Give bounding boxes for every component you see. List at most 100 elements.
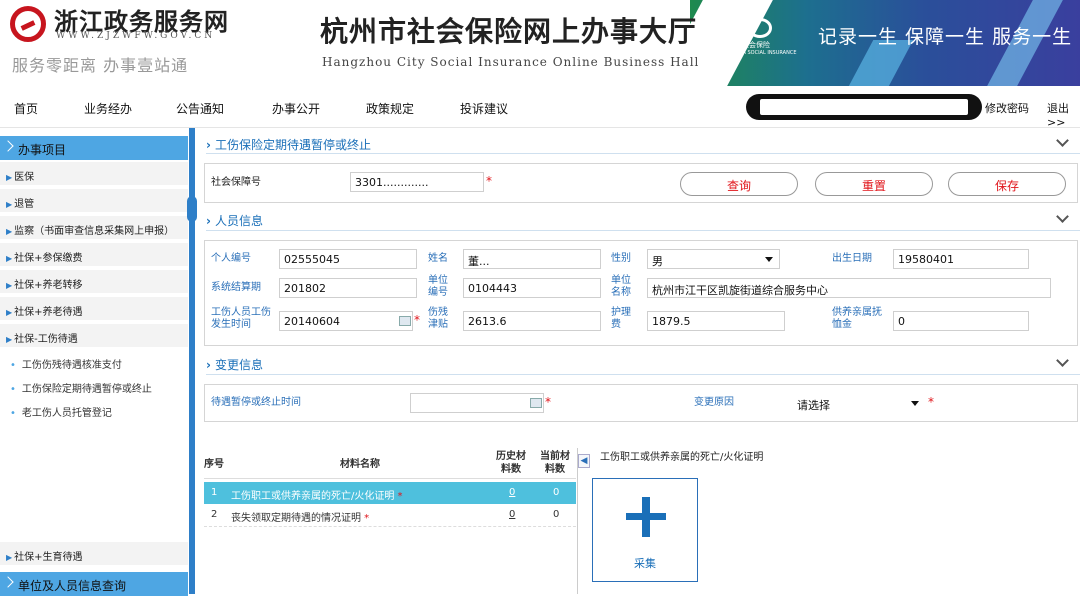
col-no-header: 序号 (204, 459, 224, 470)
reset-button[interactable]: 重置 (815, 172, 933, 196)
sidebar-item-contribution[interactable]: ▶ 社保+参保缴费 (0, 243, 188, 267)
site-subtitle: Hangzhou City Social Insurance Online Bu… (322, 55, 700, 69)
dependent-field[interactable]: 0 (893, 311, 1029, 331)
sidebar-item-medical[interactable]: ▶ 医保 (0, 162, 188, 186)
sidebar-query-header[interactable]: 单位及人员信息查询 (0, 572, 188, 596)
sidebar-item-inspection[interactable]: ▶ 监察（书面审查信息采集网上申报） (0, 216, 188, 240)
col-history-header: 历史材料数 (496, 451, 526, 475)
settle-field[interactable]: 201802 (279, 278, 417, 298)
triangle-right-icon: ▶ (6, 553, 13, 562)
required-mark: * (486, 174, 492, 188)
birth-field[interactable]: 19580401 (893, 249, 1029, 269)
portal-logo-icon[interactable] (10, 6, 46, 42)
si-logo-en: CHINA SOCIAL INSURANCE (730, 50, 797, 56)
chevron-right-icon: › (206, 138, 211, 152)
collect-label: 采集 (634, 557, 656, 570)
bullet-icon: • (10, 360, 16, 371)
unit-no-label: 单位编号 (428, 275, 448, 298)
injury-date-field[interactable]: 20140604 (279, 311, 413, 331)
nav-policy[interactable]: 政策规定 (366, 100, 414, 117)
row-history-link[interactable]: 0 (509, 509, 515, 520)
table-row[interactable]: 2 丧失领取定期待遇的情况证明 * 0 0 (204, 504, 576, 526)
collapse-change-icon[interactable] (1056, 358, 1068, 370)
triangle-right-icon: ▶ (6, 308, 13, 317)
col-name-header: 材料名称 (340, 459, 380, 470)
stop-time-label: 待遇暂停或终止时间 (211, 397, 301, 408)
nursing-label: 护理费 (611, 307, 631, 330)
row-history-link[interactable]: 0 (509, 487, 515, 498)
dependent-label: 供养亲属抚恤金 (832, 307, 882, 330)
site-title: 杭州市社会保险网上办事大厅 (320, 15, 698, 48)
panel-splitter[interactable] (577, 448, 578, 594)
triangle-right-icon: ▶ (6, 200, 13, 209)
person-id-label: 个人编号 (211, 253, 251, 264)
collapse-main-icon[interactable] (1056, 138, 1068, 150)
disability-field[interactable]: 2613.6 (463, 311, 601, 331)
chevron-left-icon[interactable]: ◀ (578, 454, 590, 468)
row-current: 0 (553, 487, 560, 498)
row-current: 0 (553, 509, 560, 520)
triangle-right-icon: ▶ (6, 281, 13, 290)
bullet-icon: • (10, 384, 16, 395)
nav-complaint[interactable]: 投诉建议 (460, 100, 508, 117)
row-no: 1 (211, 487, 218, 498)
gender-label: 性别 (611, 253, 631, 264)
nav-notices[interactable]: 公告通知 (176, 100, 224, 117)
nav-search-box (746, 94, 982, 120)
calendar-icon[interactable] (399, 316, 411, 326)
person-id-field[interactable]: 02555045 (279, 249, 417, 269)
si-emblem-icon (748, 18, 772, 38)
header-motto: 记录一生 保障一生 服务一生 (818, 26, 1073, 48)
unit-name-label: 单位名称 (611, 275, 631, 298)
reason-select[interactable]: 请选择 (792, 393, 926, 413)
sidebar-subitem[interactable]: • 工伤保险定期待遇暂停或终止 (10, 380, 152, 395)
logout-link[interactable]: 退出>> (1047, 100, 1080, 129)
name-field[interactable]: 董... (463, 249, 601, 269)
nursing-field[interactable]: 1879.5 (647, 311, 785, 331)
sidebar-item-injury-benefit[interactable]: ▶ 社保-工伤待遇 (0, 324, 188, 348)
gender-select[interactable]: 男 (647, 249, 780, 269)
collect-button[interactable]: 采集 (592, 478, 698, 582)
triangle-right-icon: ▶ (6, 173, 13, 182)
sidebar-item-maternity[interactable]: ▶ 社保+生育待遇 (0, 542, 188, 566)
collapse-person-icon[interactable] (1056, 214, 1068, 226)
triangle-right-icon: ▶ (6, 254, 13, 263)
portal-slogan: 服务零距离 办事壹站通 (12, 56, 189, 75)
table-row[interactable]: 1 工伤职工或供养亲属的死亡/火化证明 * 0 0 (204, 482, 576, 504)
injury-date-label: 工伤人员工伤发生时间 (211, 307, 271, 330)
ssn-input[interactable]: 3301............. (350, 172, 484, 192)
sidebar-item-retire[interactable]: ▶ 退管 (0, 189, 188, 213)
reason-label: 变更原因 (694, 397, 734, 408)
top-nav: 首页 业务经办 公告通知 办事公开 政策规定 投诉建议 修改密码 退出>> (0, 86, 1080, 129)
change-info-box (204, 384, 1078, 422)
sidebar-subitem[interactable]: • 工伤伤残待遇核准支付 (10, 356, 122, 371)
triangle-right-icon: ▶ (6, 227, 13, 236)
row-no: 2 (211, 509, 218, 520)
row-name: 丧失领取定期待遇的情况证明 * (231, 513, 370, 524)
chevron-right-icon: › (206, 358, 211, 372)
change-password-link[interactable]: 修改密码 (985, 100, 1029, 116)
required-mark: * (545, 395, 551, 409)
sidebar-toggle-handle[interactable] (187, 196, 197, 222)
save-button[interactable]: 保存 (948, 172, 1066, 196)
unit-name-field[interactable]: 杭州市江干区凯旋街道综合服务中心 (647, 278, 1051, 298)
portal-url: WWW.ZJZWFW.GOV.CN (56, 31, 216, 41)
settle-label: 系统结算期 (211, 282, 261, 293)
calendar-icon[interactable] (530, 398, 542, 408)
site-header: 浙江政务服务网 WWW.ZJZWFW.GOV.CN 服务零距离 办事壹站通 杭州… (0, 0, 1080, 86)
stop-time-field[interactable] (410, 393, 544, 413)
sidebar-item-pension-transfer[interactable]: ▶ 社保+养老转移 (0, 270, 188, 294)
search-input[interactable] (760, 99, 968, 115)
query-button[interactable]: 查询 (680, 172, 798, 196)
unit-no-field[interactable]: 0104443 (463, 278, 601, 298)
bullet-icon: • (10, 408, 16, 419)
disability-label: 伤残津贴 (428, 307, 448, 330)
nav-home[interactable]: 首页 (14, 100, 38, 117)
triangle-right-icon: ▶ (6, 335, 13, 344)
nav-public[interactable]: 办事公开 (272, 100, 320, 117)
sidebar-header[interactable]: 办事项目 (0, 136, 188, 160)
sidebar-item-pension-benefit[interactable]: ▶ 社保+养老待遇 (0, 297, 188, 321)
nav-business[interactable]: 业务经办 (84, 100, 132, 117)
sidebar-subitem[interactable]: • 老工伤人员托管登记 (10, 404, 112, 419)
section-title-person: › 人员信息 (206, 214, 263, 228)
